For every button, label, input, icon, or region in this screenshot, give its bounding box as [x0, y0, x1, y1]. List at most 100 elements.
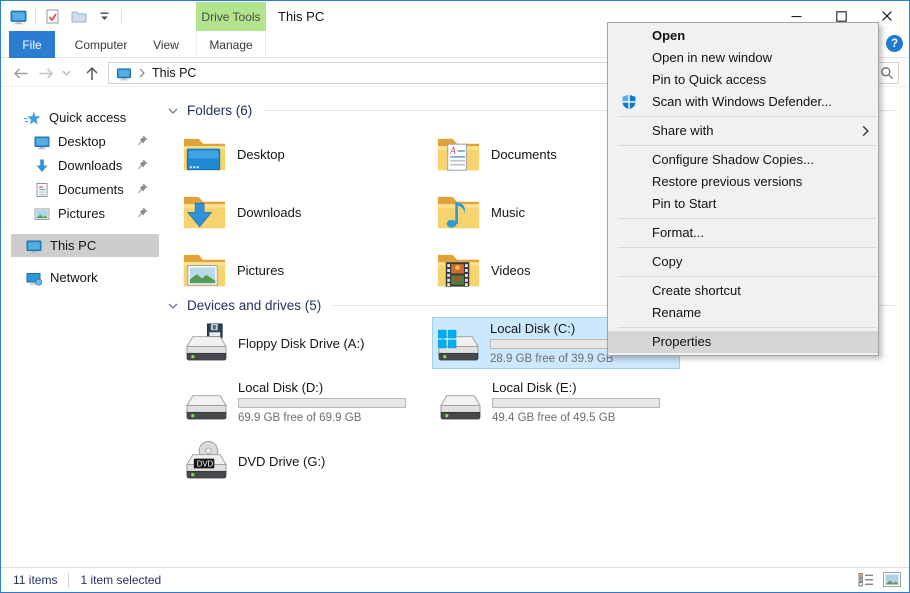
- forward-button[interactable]: [35, 63, 57, 83]
- menu-item-share-with[interactable]: Share with: [608, 120, 878, 142]
- back-button[interactable]: [9, 63, 31, 83]
- group-title[interactable]: Devices and drives (5): [187, 298, 321, 313]
- drive-tile-local-disk-e[interactable]: Local Disk (E:) 49.4 GB free of 49.5 GB: [435, 377, 683, 429]
- menu-separator: [618, 276, 876, 277]
- drive-tile-local-disk-d[interactable]: Local Disk (D:) 69.9 GB free of 69.9 GB: [181, 377, 429, 429]
- drive-icon: [183, 382, 230, 425]
- back-arrow-icon: [12, 67, 29, 80]
- sidebar-item-pictures[interactable]: Pictures: [1, 202, 160, 225]
- drive-label: Local Disk (E:): [492, 380, 577, 395]
- tab-file[interactable]: File: [9, 31, 55, 58]
- properties-check-icon: [45, 9, 60, 24]
- tab-manage[interactable]: Manage: [196, 31, 266, 58]
- menu-separator: [618, 145, 876, 146]
- context-menu: Open Open in new window Pin to Quick acc…: [607, 22, 879, 356]
- sidebar-item-label: Desktop: [58, 134, 106, 149]
- capacity-bar: [238, 398, 406, 408]
- view-toggle-buttons: [858, 572, 901, 590]
- menu-item-rename[interactable]: Rename: [608, 302, 878, 324]
- tile-label: Videos: [491, 263, 531, 278]
- desktop-folder-icon: [181, 131, 228, 178]
- computer-icon: [116, 66, 132, 81]
- menu-item-copy[interactable]: Copy: [608, 251, 878, 273]
- help-button[interactable]: ?: [886, 35, 903, 52]
- menu-item-pin-to-quick-access[interactable]: Pin to Quick access: [608, 69, 878, 91]
- menu-separator: [618, 247, 876, 248]
- menu-item-open-in-new-window[interactable]: Open in new window: [608, 47, 878, 69]
- menu-item-create-shortcut[interactable]: Create shortcut: [608, 280, 878, 302]
- pin-icon: [135, 207, 148, 220]
- capacity-bar: [492, 398, 660, 408]
- menu-separator: [618, 218, 876, 219]
- drive-tile-dvd-g[interactable]: DVD DVD Drive (G:): [181, 436, 429, 488]
- system-menu-button[interactable]: [9, 7, 28, 26]
- drive-free-space: 28.9 GB free of 39.9 GB: [490, 353, 613, 365]
- qat-customize-button[interactable]: [95, 7, 114, 26]
- toolbar-divider: [35, 9, 36, 23]
- toolbar-divider: [121, 9, 122, 23]
- forward-arrow-icon: [38, 67, 55, 80]
- menu-item-format[interactable]: Format...: [608, 222, 878, 244]
- drive-label: DVD Drive (G:): [238, 454, 325, 469]
- minimize-icon: [791, 11, 802, 22]
- group-title[interactable]: Folders (6): [187, 103, 252, 118]
- menu-item-properties[interactable]: Properties: [608, 331, 878, 353]
- drive-label: Local Disk (C:): [490, 321, 575, 336]
- status-divider: [68, 573, 69, 588]
- drive-icon: [437, 382, 484, 425]
- up-arrow-icon: [85, 66, 99, 81]
- download-arrow-icon: [34, 158, 50, 174]
- tab-view[interactable]: View: [141, 31, 191, 58]
- up-button[interactable]: [81, 63, 103, 83]
- thumbnail-view-icon: [883, 572, 901, 587]
- details-view-icon: [858, 572, 874, 587]
- menu-item-configure-shadow-copies[interactable]: Configure Shadow Copies...: [608, 149, 878, 171]
- sidebar-item-this-pc[interactable]: This PC: [11, 234, 159, 257]
- close-icon: [881, 10, 893, 22]
- drive-tile-floppy-a[interactable]: Floppy Disk Drive (A:): [181, 318, 429, 370]
- dvd-drive-icon: DVD: [183, 441, 230, 484]
- defender-shield-icon: [621, 94, 637, 110]
- sidebar-item-desktop[interactable]: Desktop: [1, 130, 160, 153]
- folder-tile-pictures[interactable]: Pictures: [181, 244, 431, 296]
- qat-new-folder-button[interactable]: [69, 7, 88, 26]
- drive-label: Floppy Disk Drive (A:): [238, 336, 364, 351]
- submenu-chevron-icon: [862, 125, 869, 137]
- tile-label: Documents: [491, 147, 557, 162]
- qat-properties-button[interactable]: [43, 7, 62, 26]
- folder-tile-desktop[interactable]: Desktop: [181, 128, 431, 180]
- details-view-button[interactable]: [858, 572, 874, 590]
- sidebar-item-network[interactable]: Network: [1, 266, 160, 289]
- window-title: This PC: [278, 9, 324, 24]
- menu-separator: [618, 327, 876, 328]
- recent-locations-button[interactable]: [60, 63, 73, 83]
- file-explorer-window: Drive Tools This PC File Computer View M…: [0, 0, 910, 593]
- sidebar-item-label: Pictures: [58, 206, 105, 221]
- sidebar-item-quick-access[interactable]: Quick access: [1, 106, 160, 129]
- menu-separator: [618, 116, 876, 117]
- tab-computer[interactable]: Computer: [61, 31, 141, 58]
- tile-label: Downloads: [237, 205, 301, 220]
- large-icons-view-button[interactable]: [883, 572, 901, 590]
- maximize-icon: [836, 11, 847, 22]
- contextual-tab-drive-tools[interactable]: Drive Tools: [196, 2, 266, 31]
- menu-item-pin-to-start[interactable]: Pin to Start: [608, 193, 878, 215]
- chevron-down-icon: [62, 70, 71, 76]
- sidebar-item-label: Downloads: [58, 158, 122, 173]
- pin-icon: [135, 135, 148, 148]
- sidebar-item-documents[interactable]: Documents: [1, 178, 160, 201]
- menu-item-scan-with-windows-defender[interactable]: Scan with Windows Defender...: [608, 91, 878, 113]
- collapse-chevron-icon[interactable]: [168, 108, 178, 114]
- sidebar-item-label: Documents: [58, 182, 124, 197]
- quick-access-toolbar: [9, 6, 122, 26]
- drive-free-space: 49.4 GB free of 49.5 GB: [492, 412, 615, 424]
- drive-label: Local Disk (D:): [238, 380, 323, 395]
- collapse-chevron-icon[interactable]: [168, 303, 178, 309]
- breadcrumb-location[interactable]: This PC: [152, 66, 196, 80]
- menu-item-open[interactable]: Open: [608, 25, 878, 47]
- sidebar-item-label: Network: [50, 270, 98, 285]
- folder-tile-downloads[interactable]: Downloads: [181, 186, 431, 238]
- search-icon: [880, 66, 894, 80]
- menu-item-restore-previous-versions[interactable]: Restore previous versions: [608, 171, 878, 193]
- sidebar-item-downloads[interactable]: Downloads: [1, 154, 160, 177]
